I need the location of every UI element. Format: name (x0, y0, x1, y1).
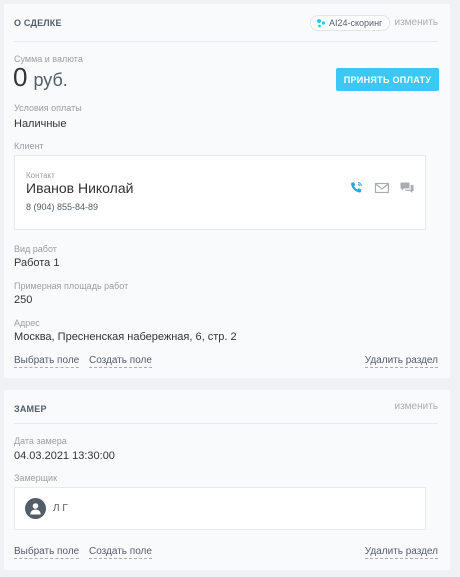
amount-currency: руб. (33, 70, 68, 90)
edit-link[interactable]: изменить (394, 401, 438, 412)
client-card: Контакт Иванов Николай 8 (904) 855-84-89 (14, 155, 426, 230)
area-value[interactable]: 250 (14, 294, 32, 306)
address-label: Адрес (14, 318, 40, 328)
create-field-link[interactable]: Создать поле (89, 355, 152, 368)
chat-icon[interactable] (399, 181, 415, 195)
select-field-link[interactable]: Выбрать поле (14, 546, 80, 559)
section-title: ЗАМЕР (14, 404, 47, 414)
deal-section: О СДЕЛКЕ AI24-скоринг изменить Сумма и в… (4, 4, 450, 378)
delete-section-link[interactable]: Удалить раздел (364, 355, 438, 368)
ai-icon (316, 18, 326, 28)
work-type-label: Вид работ (14, 244, 57, 254)
measurer-name[interactable]: Л Г (53, 503, 68, 514)
amount[interactable]: 0 руб. (13, 62, 68, 93)
measurer-card: Л Г (14, 487, 426, 530)
ai-badge-label: AI24-скоринг (329, 18, 383, 28)
contact-actions (349, 181, 415, 195)
address-value[interactable]: Москва, Пресненская набережная, 6, стр. … (14, 331, 237, 343)
measure-section: ЗАМЕР изменить Дата замера 04.03.2021 13… (4, 390, 450, 570)
contact-name[interactable]: Иванов Николай (26, 180, 133, 196)
select-field-link[interactable]: Выбрать поле (14, 355, 80, 368)
payment-terms-value[interactable]: Наличные (14, 118, 66, 130)
phone-icon[interactable] (349, 181, 365, 195)
user-icon (30, 503, 41, 515)
divider (14, 423, 438, 424)
measure-date-value[interactable]: 04.03.2021 13:30:00 (14, 450, 115, 462)
payment-terms-label: Условия оплаты (14, 103, 82, 113)
measurer-label: Замерщик (14, 473, 58, 483)
measure-date-label: Дата замера (14, 436, 67, 446)
contact-phone[interactable]: 8 (904) 855-84-89 (26, 202, 98, 212)
edit-link[interactable]: изменить (394, 17, 438, 28)
create-field-link[interactable]: Создать поле (89, 546, 152, 559)
accept-payment-button[interactable]: ПРИНЯТЬ ОПЛАТУ (336, 68, 439, 91)
divider (14, 41, 438, 42)
contact-label: Контакт (26, 171, 55, 180)
area-label: Примерная площадь работ (14, 281, 129, 291)
ai-scoring-badge[interactable]: AI24-скоринг (310, 15, 391, 31)
client-label: Клиент (14, 141, 44, 151)
delete-section-link[interactable]: Удалить раздел (364, 546, 438, 559)
amount-value: 0 (13, 62, 28, 92)
avatar[interactable] (25, 498, 46, 519)
section-title: О СДЕЛКЕ (14, 18, 62, 28)
email-icon[interactable] (374, 181, 390, 195)
work-type-value[interactable]: Работа 1 (14, 257, 59, 269)
